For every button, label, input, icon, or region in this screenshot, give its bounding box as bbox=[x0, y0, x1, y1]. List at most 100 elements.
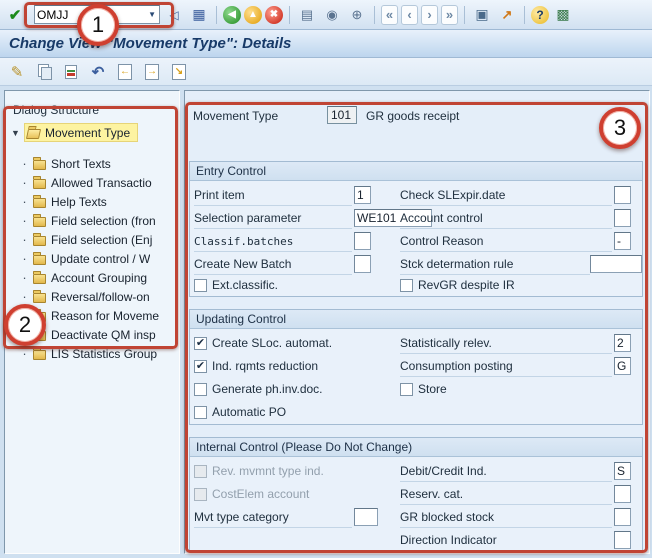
application-toolbar: ✎ ↶ ← → ↘ bbox=[0, 58, 652, 86]
tree-item-allowed-transactions[interactable]: ·Allowed Transactio bbox=[21, 173, 152, 192]
back-icon[interactable]: ◀ bbox=[223, 6, 241, 24]
tree-item-update-control[interactable]: ·Update control / W bbox=[21, 249, 150, 268]
automatic-po-label: Automatic PO bbox=[212, 405, 286, 419]
check-slexpir-date-label: Check SLExpir.date bbox=[400, 188, 505, 202]
account-control-field[interactable] bbox=[614, 209, 631, 227]
dropdown-icon[interactable]: ▼ bbox=[147, 10, 157, 19]
other-entry-icon-glyph: ↘ bbox=[172, 64, 186, 80]
tree-node-movement-type[interactable]: ▼ Movement Type bbox=[11, 123, 138, 142]
mvt-type-category-label: Mvt type category bbox=[194, 510, 289, 524]
cancel-icon[interactable]: ✖ bbox=[265, 6, 283, 24]
undo-icon[interactable]: ↶ bbox=[87, 61, 109, 83]
revgr-despite-ir-checkbox-row[interactable]: RevGR despite IR bbox=[400, 276, 515, 294]
classif-batches-field[interactable] bbox=[354, 232, 371, 250]
bullet-icon: · bbox=[21, 194, 28, 209]
delete-icon[interactable] bbox=[60, 61, 82, 83]
tree-item-lis-statistics[interactable]: ·LIS Statistics Group bbox=[21, 344, 157, 363]
control-reason-field[interactable]: - bbox=[614, 232, 631, 250]
field-row: Debit/Credit Ind. bbox=[400, 462, 612, 482]
previous-entry-icon[interactable]: ← bbox=[114, 61, 136, 83]
exit-icon[interactable]: ▲ bbox=[244, 6, 262, 24]
consumption-posting-field[interactable]: G bbox=[614, 357, 631, 375]
tree-item-account-grouping[interactable]: ·Account Grouping bbox=[21, 268, 147, 287]
tree-item-label: Reversal/follow-on bbox=[51, 290, 150, 304]
bullet-icon: · bbox=[21, 232, 28, 247]
tree-root-label: Movement Type bbox=[45, 126, 130, 140]
automatic-po-checkbox[interactable] bbox=[194, 406, 207, 419]
shortcut-icon[interactable]: ↗ bbox=[496, 4, 518, 26]
mvt-type-category-field[interactable] bbox=[354, 508, 378, 526]
internal-control-group: Internal Control (Please Do Not Change) … bbox=[189, 437, 643, 553]
movement-type-field[interactable]: 101 bbox=[327, 106, 357, 124]
direction-indicator-label: Direction Indicator bbox=[400, 533, 497, 547]
find-icon[interactable]: ◉ bbox=[321, 4, 343, 26]
ind-rqmts-reduction-checkbox[interactable] bbox=[194, 360, 207, 373]
tree-item-label: Field selection (Enj bbox=[51, 233, 152, 247]
automatic-po-checkbox-row[interactable]: Automatic PO bbox=[194, 403, 286, 421]
previous-page-icon[interactable]: ‹ bbox=[401, 5, 418, 25]
ext-classific-checkbox-row[interactable]: Ext.classific. bbox=[194, 276, 278, 294]
check-slexpir-date-field[interactable] bbox=[614, 186, 631, 204]
generate-ph-inv-doc-label: Generate ph.inv.doc. bbox=[212, 382, 323, 396]
next-entry-icon-glyph: → bbox=[145, 64, 159, 80]
help-icon[interactable]: ? bbox=[531, 6, 549, 24]
tree-item-field-selection-from[interactable]: · Field selection (fron bbox=[21, 211, 156, 230]
ind-rqmts-reduction-label: Ind. rqmts reduction bbox=[212, 359, 318, 373]
stck-determination-rule-field[interactable] bbox=[590, 255, 642, 273]
bullet-icon: · bbox=[21, 213, 28, 228]
next-page-icon[interactable]: › bbox=[421, 5, 438, 25]
copy-icon-glyph bbox=[38, 64, 51, 79]
tree-item-help-texts[interactable]: ·Help Texts bbox=[21, 192, 107, 211]
find-next-icon[interactable]: ⊕ bbox=[346, 4, 368, 26]
statistically-relev-label: Statistically relev. bbox=[400, 336, 492, 350]
tree-item-label: Short Texts bbox=[51, 157, 111, 171]
other-entry-icon[interactable]: ↘ bbox=[168, 61, 190, 83]
statistically-relev-field[interactable]: 2 bbox=[614, 334, 631, 352]
first-page-icon[interactable]: « bbox=[381, 5, 398, 25]
copy-icon[interactable] bbox=[33, 61, 55, 83]
store-checkbox[interactable] bbox=[400, 383, 413, 396]
print-icon[interactable]: ▤ bbox=[296, 4, 318, 26]
reserv-cat-field[interactable] bbox=[614, 485, 631, 503]
new-session-icon[interactable]: ▣ bbox=[471, 4, 493, 26]
save-icon[interactable]: ▦ bbox=[188, 4, 210, 26]
create-new-batch-field[interactable] bbox=[354, 255, 371, 273]
content-area: Dialog Structure ▼ Movement Type ·Short … bbox=[0, 86, 652, 558]
costelem-account-label: CostElem account bbox=[212, 487, 309, 501]
store-checkbox-row[interactable]: Store bbox=[400, 380, 447, 398]
enter-icon[interactable]: ✔ bbox=[4, 4, 26, 26]
generate-ph-inv-doc-checkbox-row[interactable]: Generate ph.inv.doc. bbox=[194, 380, 323, 398]
revgr-despite-ir-checkbox[interactable] bbox=[400, 279, 413, 292]
field-row: Classif.batches bbox=[194, 232, 352, 252]
create-sloc-automat-checkbox-row[interactable]: Create SLoc. automat. bbox=[194, 334, 332, 352]
ind-rqmts-reduction-checkbox-row[interactable]: Ind. rqmts reduction bbox=[194, 357, 318, 375]
direction-indicator-field[interactable] bbox=[614, 531, 631, 549]
tree-item-label: LIS Statistics Group bbox=[51, 347, 157, 361]
tree-root-selected[interactable]: Movement Type bbox=[24, 123, 138, 142]
print-item-field[interactable]: 1 bbox=[354, 186, 371, 204]
field-row: Print item bbox=[194, 186, 352, 206]
sap-window: ✔ ▼ ◁ ▦ ◀ ▲ ✖ ▤ ◉ ⊕ « ‹ › » ▣ ↗ ? ▩ Chan… bbox=[0, 0, 652, 558]
tree-item-short-texts[interactable]: ·Short Texts bbox=[21, 154, 111, 173]
tree-item-field-selection-enjoy[interactable]: · Field selection (Enj bbox=[21, 230, 152, 249]
create-sloc-automat-checkbox[interactable] bbox=[194, 337, 207, 350]
tree-item-reversal-follow-on[interactable]: ·Reversal/follow-on bbox=[21, 287, 150, 306]
next-entry-icon[interactable]: → bbox=[141, 61, 163, 83]
costelem-account-checkbox-row: CostElem account bbox=[194, 485, 309, 503]
toolbar-separator bbox=[216, 6, 217, 24]
customize-icon[interactable]: ▩ bbox=[552, 4, 574, 26]
generate-ph-inv-doc-checkbox[interactable] bbox=[194, 383, 207, 396]
gr-blocked-stock-field[interactable] bbox=[614, 508, 631, 526]
ext-classific-checkbox[interactable] bbox=[194, 279, 207, 292]
display-change-icon[interactable]: ✎ bbox=[6, 61, 28, 83]
tree-item-label: Account Grouping bbox=[51, 271, 147, 285]
tree-item-label: Field selection (fron bbox=[51, 214, 156, 228]
chevron-down-icon[interactable]: ▼ bbox=[11, 128, 21, 138]
control-reason-label: Control Reason bbox=[400, 234, 483, 248]
field-row: Create New Batch bbox=[194, 255, 352, 275]
hide-command-icon[interactable]: ◁ bbox=[163, 4, 185, 26]
last-page-icon[interactable]: » bbox=[441, 5, 458, 25]
folder-icon bbox=[33, 160, 46, 170]
page-title: Change View "Movement Type": Details bbox=[9, 35, 291, 52]
debit-credit-ind-field[interactable]: S bbox=[614, 462, 631, 480]
